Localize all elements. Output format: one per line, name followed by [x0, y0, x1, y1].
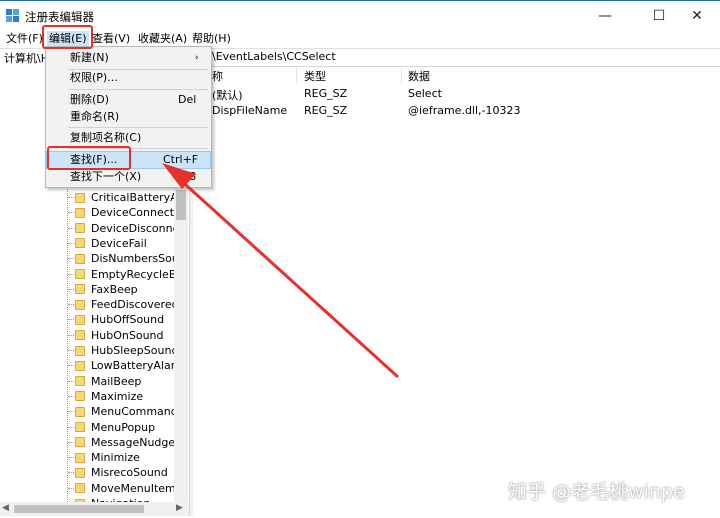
annotation-arrow-head — [162, 163, 196, 189]
annotation-arrow-shaft — [174, 174, 400, 379]
watermark-text: 知乎 @老毛桃winpe — [508, 481, 685, 503]
annotation-arrow — [162, 163, 400, 379]
